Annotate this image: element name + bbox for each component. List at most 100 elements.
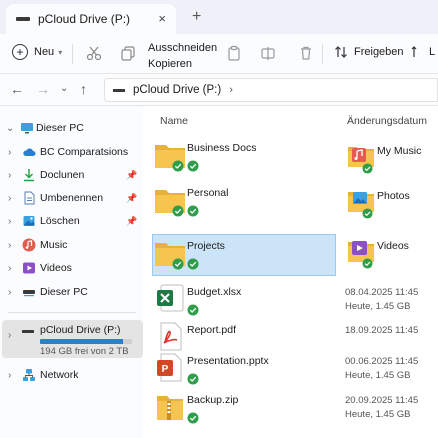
item-date: 00.06.2025 11:45: [345, 356, 419, 367]
chevron-right-icon[interactable]: ›: [8, 170, 11, 181]
item-name: Photos: [377, 190, 410, 202]
pin-icon: 📌: [126, 215, 138, 226]
cut-icon[interactable]: [86, 45, 102, 61]
capacity-bar-fill: [40, 339, 123, 344]
list-item-photos[interactable]: Photos: [347, 187, 438, 229]
new-button[interactable]: + Neu ▾: [12, 44, 62, 60]
item-date: 20.09.2025 11:45: [345, 395, 419, 406]
sort-icon: [335, 46, 347, 58]
item-name: Backup.zip: [187, 394, 239, 406]
list-item-my-music[interactable]: My Music: [347, 142, 438, 184]
sidebar-item-loeschen[interactable]: › Löschen 📌: [0, 210, 143, 232]
rename-icon[interactable]: [260, 45, 276, 61]
sidebar-item-dieser-pc[interactable]: ⌄ Dieser PC: [0, 117, 143, 139]
pin-icon: 📌: [126, 192, 138, 203]
sidebar-item-pcloud-drive[interactable]: › pCloud Drive (P:) 194 GB frei von 2 TB: [2, 320, 143, 358]
chevron-right-icon[interactable]: ›: [8, 370, 11, 381]
tab-close-button[interactable]: ×: [158, 11, 166, 26]
zip-file-icon: [157, 396, 183, 420]
sync-status-icon: [172, 160, 184, 172]
item-date: 18.09.2025 11:45: [345, 325, 419, 336]
column-header-date[interactable]: Änderungsdatum: [347, 115, 427, 127]
drive-icon: [23, 290, 35, 297]
sidebar-item-label: Löschen: [40, 215, 80, 227]
sync-status-icon: [362, 208, 373, 219]
recent-chevron-icon[interactable]: ⌄: [60, 83, 68, 94]
forward-arrow-icon[interactable]: →: [36, 81, 50, 97]
share-button[interactable]: Freigeben: [334, 45, 404, 59]
chevron-right-icon[interactable]: ›: [8, 240, 11, 251]
sync-status-icon: [187, 304, 199, 316]
chevron-right-icon[interactable]: ›: [8, 263, 11, 274]
share-label: Freigeben: [354, 46, 404, 58]
sidebar-item-label: Umbenennen: [40, 192, 104, 204]
sync-status-icon: [187, 160, 199, 172]
navigation-pane: ⌄ Dieser PC › BC Comparatsions › Doclune…: [0, 106, 143, 438]
list-item-projects[interactable]: Projects: [143, 236, 343, 288]
new-tab-button[interactable]: +: [192, 8, 201, 26]
list-item-personal[interactable]: Personal: [143, 183, 343, 235]
excel-file-icon: [157, 284, 184, 312]
column-header-name[interactable]: Name: [160, 115, 188, 127]
sidebar-item-music[interactable]: › Music: [0, 234, 143, 256]
command-bar: + Neu ▾ Ausschneiden Kopieren Freigeben: [0, 34, 438, 74]
sidebar-item-umbenennen[interactable]: › Umbenennen 📌: [0, 187, 143, 209]
plus-icon: +: [12, 44, 28, 60]
item-size: Heute, 1.45 GB: [345, 370, 411, 381]
sidebar-item-network[interactable]: › Network: [0, 364, 143, 386]
item-size: Heute, 1.45 GB: [345, 409, 411, 420]
drive-label: pCloud Drive (P:): [40, 324, 121, 336]
delete-icon[interactable]: [298, 45, 314, 61]
sidebar-divider: [8, 312, 136, 313]
item-name: Report.pdf: [187, 324, 237, 336]
chevron-right-icon[interactable]: ›: [8, 287, 11, 298]
copy-icon[interactable]: [120, 45, 136, 61]
sync-status-icon: [362, 163, 373, 174]
toolbar-divider: [72, 44, 73, 64]
breadcrumb-chevron-icon[interactable]: ›: [229, 84, 233, 96]
pin-icon: 📌: [126, 169, 138, 180]
sidebar-item-doclunen[interactable]: › Doclunen 📌: [0, 164, 143, 186]
list-item-videos[interactable]: Videos: [347, 237, 438, 279]
chevron-down-icon[interactable]: ⌄: [6, 123, 14, 134]
tab-title: pCloud Drive (P:): [38, 12, 131, 26]
sync-status-icon: [172, 205, 184, 217]
chevron-right-icon[interactable]: ›: [8, 147, 11, 158]
sync-status-icon: [187, 205, 199, 217]
capacity-bar: [40, 339, 132, 344]
svg-text:P: P: [162, 364, 169, 375]
list-item-backup[interactable]: Backup.zip 20.09.2025 11:45 Heute, 1.45 …: [143, 390, 438, 438]
drive-icon: [113, 88, 125, 92]
monitor-icon: [21, 123, 33, 134]
layout-label: L: [429, 46, 436, 58]
sync-status-icon: [187, 412, 199, 424]
item-name: Videos: [377, 240, 409, 252]
sidebar-item-videos[interactable]: › Videos: [0, 257, 143, 279]
title-bar: pCloud Drive (P:) × +: [0, 0, 438, 34]
chevron-right-icon[interactable]: ›: [8, 216, 11, 227]
download-icon: [24, 169, 34, 182]
new-button-label: Neu: [34, 46, 55, 58]
sidebar-item-label: Music: [40, 239, 68, 251]
chevron-right-icon[interactable]: ›: [8, 330, 11, 341]
sidebar-item-dieser-pc-2[interactable]: › Dieser PC: [0, 281, 143, 303]
back-arrow-icon[interactable]: ←: [10, 81, 24, 97]
address-row: ← → ⌄ ↑ pCloud Drive (P:) ›: [0, 74, 438, 106]
up-arrow-icon[interactable]: ↑: [80, 81, 87, 97]
sidebar-item-label: Dieser PC: [36, 122, 84, 134]
tab-pcloud-drive[interactable]: pCloud Drive (P:) ×: [6, 4, 176, 34]
cut-copy-labels[interactable]: Ausschneiden Kopieren: [148, 40, 217, 72]
paste-icon[interactable]: [226, 45, 242, 61]
layout-button[interactable]: L: [411, 45, 435, 59]
chevron-down-icon: ▾: [58, 47, 63, 57]
address-bar[interactable]: pCloud Drive (P:) ›: [104, 78, 438, 102]
chevron-right-icon[interactable]: ›: [8, 193, 11, 204]
sync-status-icon: [172, 258, 184, 270]
address-path: pCloud Drive (P:): [133, 84, 222, 96]
sync-status-icon: [187, 373, 199, 385]
item-size: Heute, 1.45 GB: [345, 301, 411, 312]
item-name: Projects: [187, 240, 225, 252]
sidebar-item-label: Network: [40, 369, 79, 381]
sidebar-item-label: BC Comparatsions: [40, 146, 129, 158]
sidebar-item-bc-comparatsions[interactable]: › BC Comparatsions: [0, 141, 143, 163]
